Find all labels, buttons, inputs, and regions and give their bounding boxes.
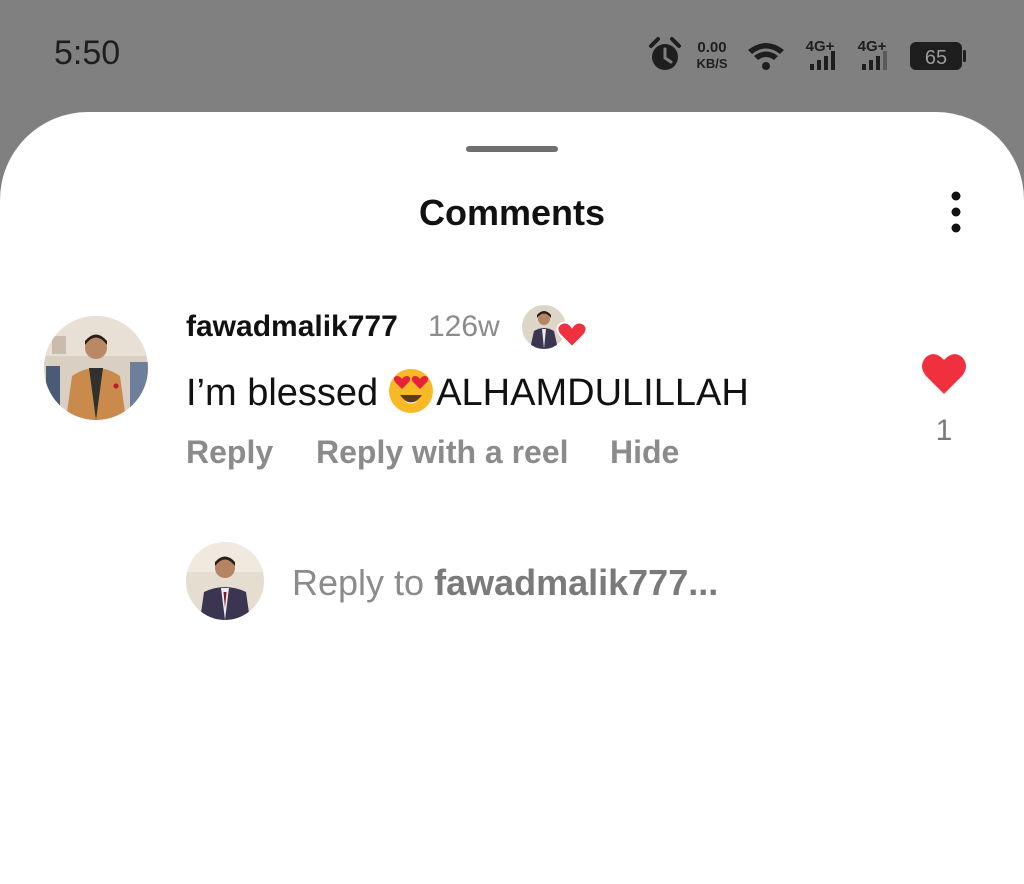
current-user-avatar (186, 542, 264, 620)
alarm-icon (649, 37, 681, 70)
heart-icon[interactable] (920, 350, 968, 396)
author-liked-badge (522, 305, 588, 349)
comment-username[interactable]: fawadmalik777 (186, 310, 398, 344)
heart-eyes-emoji (389, 369, 434, 413)
like-count: 1 (935, 414, 953, 447)
commenter-avatar[interactable] (44, 316, 148, 420)
drag-handle[interactable] (466, 146, 558, 152)
reply-with-reel-button[interactable]: Reply with a reel (316, 434, 569, 471)
comments-sheet: Comments fawadmalik777 126w I’m blessed (0, 112, 1024, 884)
net-speed-value: 0.00 (697, 39, 726, 56)
sheet-title: Comments (418, 192, 606, 233)
battery-icon: 65 (910, 42, 966, 70)
status-bar: 5:50 0.00 KB/S 4G+ 4G+ 65 (0, 0, 1024, 112)
heart-icon (556, 321, 588, 349)
status-icons: 0.00 KB/S 4G+ 4G+ 65 (649, 37, 966, 71)
hide-button[interactable]: Hide (610, 434, 679, 471)
sim2-network-label: 4G+ (858, 38, 887, 55)
comment-text-start: I’m blessed (186, 372, 379, 414)
reply-input[interactable] (292, 560, 812, 604)
more-options-icon[interactable] (934, 186, 978, 238)
reply-button[interactable]: Reply (186, 434, 273, 471)
status-time: 5:50 (54, 34, 121, 72)
battery-level: 65 (925, 47, 947, 69)
comment-text: I’m blessed ALHAMDULILLAH (186, 368, 749, 415)
comment-text-end: ALHAMDULILLAH (436, 372, 749, 414)
comment-timestamp: 126w (428, 310, 500, 343)
sim1-network-label: 4G+ (806, 38, 835, 55)
net-speed-unit: KB/S (696, 56, 727, 71)
wifi-icon (748, 43, 784, 70)
